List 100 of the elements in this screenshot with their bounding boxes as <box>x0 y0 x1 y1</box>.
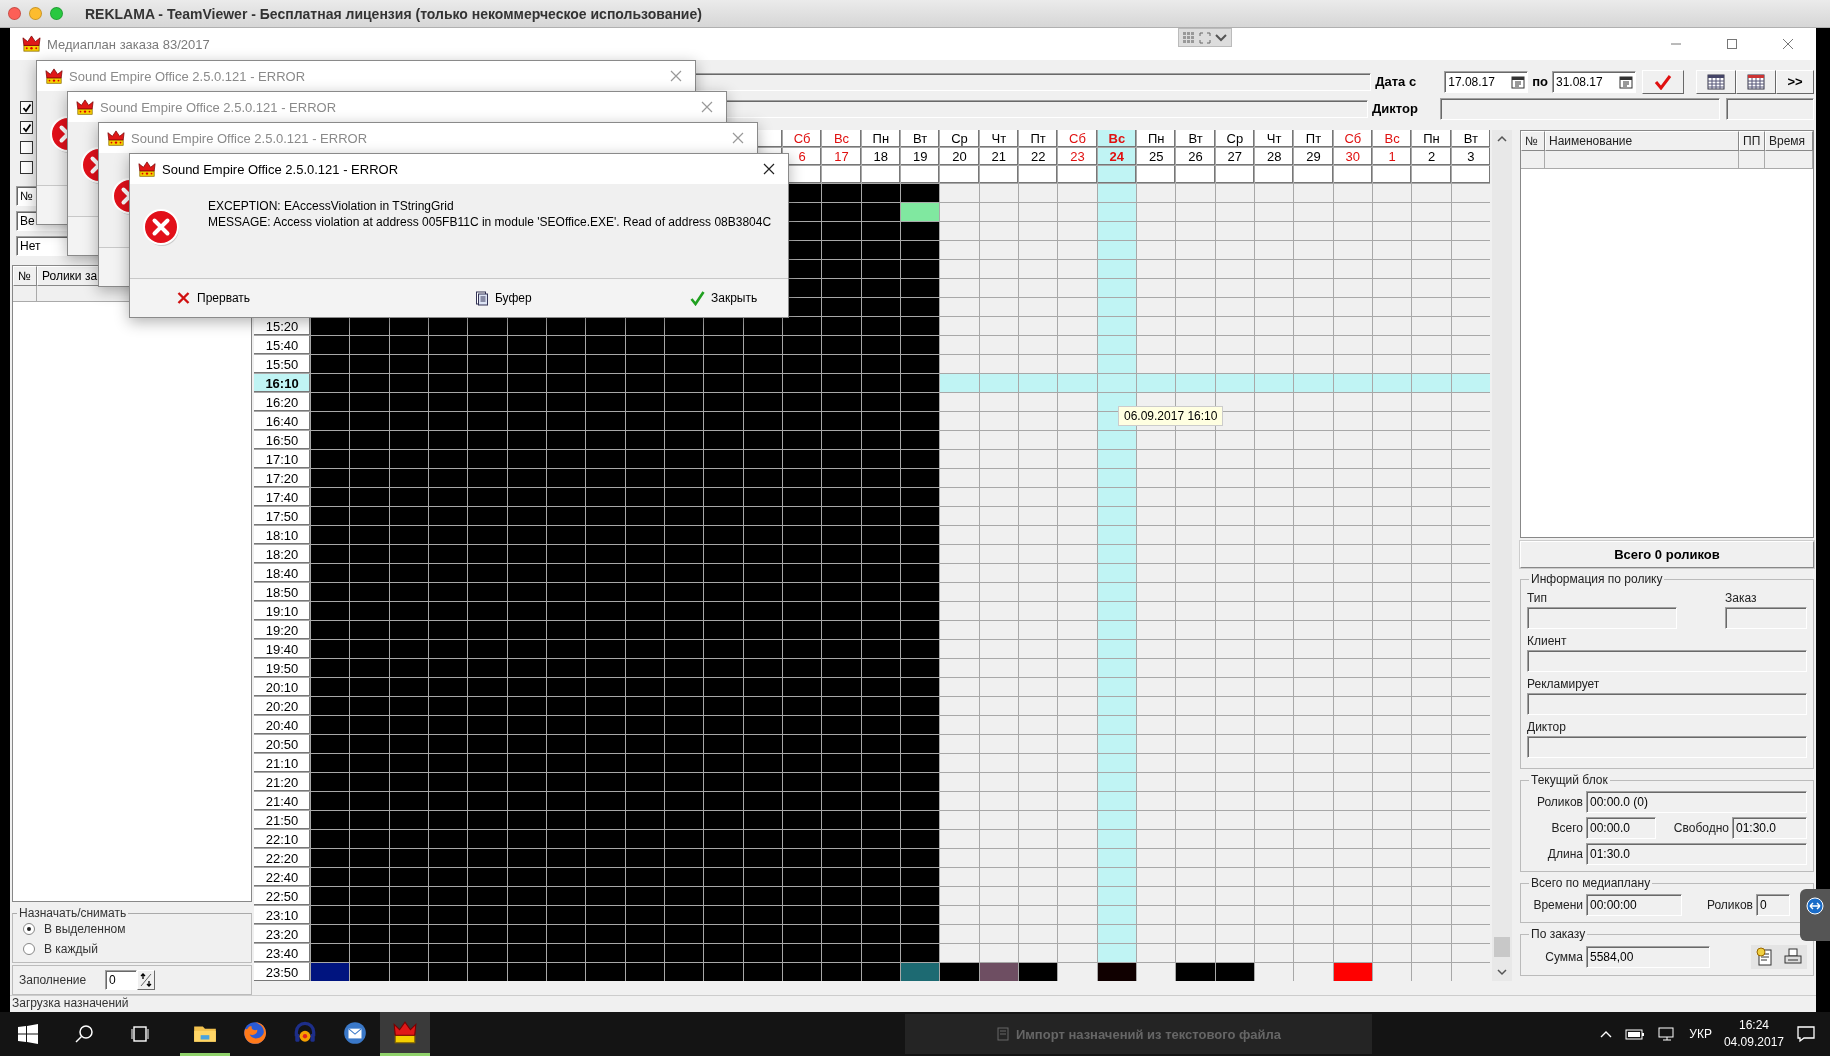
crown-icon <box>107 129 125 147</box>
weekday-header: Вс <box>1373 130 1412 147</box>
text-field[interactable]: 5584,00 <box>1586 946 1710 968</box>
tooltip: 06.09.2017 16:10 <box>1118 406 1224 426</box>
date-header: 29 <box>1294 148 1333 165</box>
time-label: 19:20 <box>254 621 310 639</box>
calendar-button[interactable] <box>1696 69 1736 94</box>
chevron-up-icon[interactable] <box>1599 1029 1614 1039</box>
column-header[interactable]: № <box>1521 131 1545 151</box>
globe-icon <box>242 1019 268 1046</box>
radio-button[interactable] <box>23 923 35 935</box>
chevron-down-icon[interactable] <box>1214 32 1228 43</box>
spin-button[interactable] <box>137 970 155 990</box>
date-header: 21 <box>979 148 1018 165</box>
announcer-label: Диктор <box>1372 101 1419 116</box>
expand-icon[interactable] <box>1199 31 1211 44</box>
document-icon[interactable] <box>1755 947 1775 967</box>
text-field[interactable]: 01:30.0 <box>1586 843 1807 865</box>
battery-icon[interactable] <box>1625 1027 1646 1041</box>
checkbox[interactable] <box>20 121 33 134</box>
spot-list[interactable]: № Наименование ПП Время <box>1520 130 1814 538</box>
list-cell <box>13 286 37 302</box>
dialog-button[interactable]: Закрыть <box>686 288 762 308</box>
time-label: 23:10 <box>254 906 310 924</box>
text-field[interactable] <box>1527 650 1807 672</box>
announcer-field[interactable] <box>1440 97 1720 120</box>
date-header: 23 <box>1058 148 1097 165</box>
scrollbar[interactable] <box>1492 130 1512 981</box>
dialog-button[interactable]: Прервать <box>172 288 255 308</box>
date-header: 20 <box>940 148 979 165</box>
zoom-button[interactable] <box>50 7 63 20</box>
time-label: 21:10 <box>254 754 310 772</box>
text-field[interactable]: 00:00.0 <box>1586 817 1656 839</box>
radio-button[interactable] <box>23 943 35 955</box>
date-field[interactable]: 31.08.17 <box>1552 70 1636 93</box>
field-label: Роликов <box>1535 795 1583 809</box>
grid-icon[interactable] <box>1182 31 1196 44</box>
text-field[interactable] <box>1726 97 1814 120</box>
dialog-title: Sound Empire Office 2.5.0.121 - ERROR <box>69 68 306 84</box>
text-field[interactable] <box>1527 607 1677 629</box>
printer-icon[interactable] <box>1783 947 1803 967</box>
dialog-button[interactable]: Буфер <box>470 288 536 308</box>
checkbox[interactable] <box>20 161 33 174</box>
total-label: Всего 0 роликов <box>1520 541 1814 568</box>
dialog-title: Sound Empire Office 2.5.0.121 - ERROR <box>131 130 368 146</box>
maximize-icon[interactable] <box>1726 38 1738 50</box>
notification-icon[interactable] <box>1796 1025 1816 1043</box>
fill-label: Заполнение <box>19 973 88 987</box>
taskbar-app[interactable] <box>380 1012 430 1056</box>
calendar-button[interactable] <box>1736 69 1776 94</box>
scroll-thumb[interactable] <box>1494 937 1510 957</box>
close-icon[interactable] <box>762 162 776 176</box>
calendar-icon[interactable] <box>1511 74 1526 89</box>
language-indicator[interactable]: УКР <box>1689 1027 1712 1041</box>
time-label: 18:50 <box>254 583 310 601</box>
time-label: 19:50 <box>254 659 310 677</box>
column-header[interactable]: № <box>13 266 37 286</box>
checkbox[interactable] <box>20 141 33 154</box>
date-field[interactable]: 17.08.17 <box>1444 70 1529 93</box>
apply-button[interactable] <box>1642 69 1684 94</box>
time-label: 22:40 <box>254 868 310 886</box>
date-header: 22 <box>1019 148 1058 165</box>
time-label: 22:20 <box>254 849 310 867</box>
time-label: 19:10 <box>254 602 310 620</box>
task-view-icon <box>129 1024 151 1044</box>
column-header[interactable]: Наименование <box>1545 131 1739 151</box>
side-tab[interactable] <box>1800 889 1830 941</box>
number-field[interactable]: 0 <box>105 970 137 990</box>
text-field[interactable] <box>1527 693 1807 715</box>
group-title: По заказу <box>1530 927 1587 941</box>
text-field[interactable] <box>1527 736 1807 758</box>
more-button[interactable]: >> <box>1776 69 1814 94</box>
text-field[interactable]: 00:00.0 (0) <box>1586 791 1807 813</box>
text-field[interactable] <box>1725 607 1807 629</box>
time-label: 18:20 <box>254 545 310 563</box>
text-field[interactable]: 01:30.0 <box>1732 817 1807 839</box>
weekday-header: Вс <box>822 130 861 147</box>
weekday-header: Сб <box>783 130 822 147</box>
time-label: 21:50 <box>254 811 310 829</box>
time-label: 23:50 <box>254 963 310 981</box>
time-label: 16:20 <box>254 393 310 411</box>
column-header[interactable]: ПП <box>1739 131 1765 151</box>
close-button[interactable] <box>8 7 21 20</box>
date-header: 30 <box>1333 148 1372 165</box>
minimize-button[interactable] <box>29 7 42 20</box>
column-header[interactable]: Время <box>1765 131 1813 151</box>
calendar-icon[interactable] <box>1619 74 1633 89</box>
clock[interactable]: 16:24 04.09.2017 <box>1723 1017 1784 1051</box>
date-header: 3 <box>1451 148 1490 165</box>
dialog-title: Sound Empire Office 2.5.0.121 - ERROR <box>100 99 337 115</box>
field-label: Сумма <box>1544 950 1583 964</box>
weekday-header: Сб <box>1333 130 1372 147</box>
calendar-icon <box>1707 73 1725 90</box>
envelope-icon <box>342 1019 368 1046</box>
checkbox[interactable] <box>20 101 33 114</box>
text-field[interactable]: 00:00:00 <box>1586 894 1682 916</box>
text-field[interactable]: 0 <box>1756 894 1790 916</box>
field-label: Всего <box>1550 821 1583 835</box>
crown-icon <box>76 98 94 116</box>
weekday-header: Пн <box>1412 130 1451 147</box>
